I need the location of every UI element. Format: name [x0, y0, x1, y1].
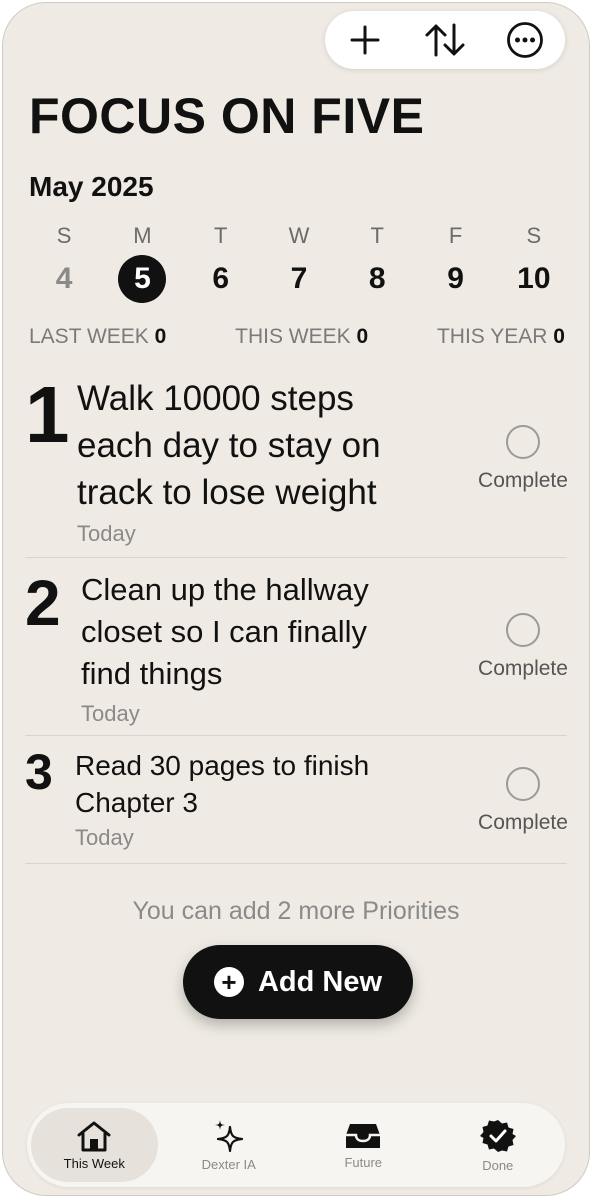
app-screen: FOCUS ON FIVE May 2025 S4 M5 T6 W7 T8 F9…	[2, 2, 590, 1196]
complete-circle-icon	[506, 767, 540, 801]
day-of-week-label: S	[56, 223, 72, 248]
stat-label: LAST WEEK	[29, 325, 149, 348]
day-wed[interactable]: W7	[260, 223, 338, 303]
priority-text: Clean up the hallway closet so I can fin…	[81, 572, 369, 691]
complete-label: Complete	[478, 657, 568, 680]
complete-label: Complete	[478, 811, 568, 834]
add-new-label: Add New	[257, 965, 383, 998]
day-sun[interactable]: S4	[25, 223, 103, 303]
priority-text: Read 30 pages to finish Chapter 3	[75, 750, 370, 818]
complete-circle-icon	[506, 613, 540, 647]
priority-number: 3	[25, 744, 53, 800]
day-of-week-label: T	[213, 223, 228, 248]
checkmark-seal-icon	[479, 1119, 516, 1152]
stat-value: 0	[356, 325, 369, 348]
day-of-week-label: W	[288, 223, 310, 248]
tab-label: Future	[344, 1154, 383, 1170]
month-label: May 2025	[29, 171, 154, 202]
tab-dexter-ia[interactable]: Dexter IA	[166, 1108, 293, 1182]
day-of-week-label: S	[526, 223, 542, 248]
plus-icon	[350, 25, 380, 55]
day-of-week-label: T	[370, 223, 384, 248]
day-number-selected: 5	[118, 255, 167, 303]
complete-circle-icon	[506, 425, 540, 459]
complete-toggle[interactable]: Complete	[473, 613, 573, 681]
complete-toggle[interactable]: Complete	[473, 767, 573, 835]
tab-this-week[interactable]: This Week	[31, 1108, 158, 1182]
sort-button[interactable]	[420, 15, 470, 65]
stat-value: 0	[154, 325, 167, 348]
day-of-week-label: F	[448, 223, 463, 248]
sparkles-icon	[214, 1119, 243, 1152]
complete-toggle[interactable]: Complete	[473, 425, 573, 493]
stat-this-year: THIS YEAR 0	[437, 325, 565, 349]
stat-label: THIS WEEK	[235, 325, 351, 348]
priority-date: Today	[77, 521, 136, 546]
priority-date: Today	[75, 825, 134, 850]
day-number: 8	[368, 262, 386, 295]
day-of-week-label: M	[133, 223, 152, 248]
day-tue[interactable]: T6	[182, 223, 260, 303]
tab-bar: This Week Dexter IA Future Done	[27, 1103, 565, 1187]
day-number: 10	[517, 262, 551, 295]
tab-done[interactable]: Done	[435, 1108, 562, 1182]
add-button[interactable]	[340, 15, 390, 65]
tray-icon	[346, 1123, 381, 1148]
stat-label: THIS YEAR	[436, 325, 548, 348]
plus-circle-icon: +	[213, 967, 244, 997]
remaining-priorities-hint: You can add 2 more Priorities	[132, 897, 460, 925]
page-title: FOCUS ON FIVE	[29, 88, 425, 144]
day-thu[interactable]: T8	[338, 223, 416, 303]
priority-item-3[interactable]: 3 Read 30 pages to finish Chapter 3 Toda…	[25, 737, 568, 864]
day-number: 4	[55, 262, 73, 295]
stat-this-week: THIS WEEK 0	[235, 325, 368, 349]
sort-arrows-icon	[425, 23, 465, 57]
tab-label: Done	[482, 1157, 514, 1173]
add-new-button[interactable]: + Add New	[183, 945, 413, 1019]
day-number: 7	[290, 262, 308, 295]
week-strip: S4 M5 T6 W7 T8 F9 S 10	[25, 223, 573, 303]
priority-number: 1	[25, 370, 70, 459]
day-number: 9	[447, 262, 464, 295]
complete-label: Complete	[478, 469, 568, 492]
priority-item-1[interactable]: 1 Walk 10000 steps each day to stay on t…	[25, 370, 568, 558]
priority-number: 2	[25, 567, 61, 639]
ellipsis-circle-icon	[507, 22, 543, 58]
tab-future[interactable]: Future	[300, 1108, 427, 1182]
more-button[interactable]	[500, 15, 550, 65]
day-sat[interactable]: S 10	[495, 223, 573, 303]
tab-label: This Week	[63, 1155, 125, 1171]
day-number: 6	[212, 262, 230, 295]
priority-text: Walk 10000 steps each day to stay on tra…	[77, 379, 381, 512]
day-fri[interactable]: F9	[416, 223, 494, 303]
tab-label: Dexter IA	[201, 1156, 256, 1172]
stats-row: LAST WEEK 0 THIS WEEK 0 THIS YEAR 0	[29, 325, 565, 349]
day-mon[interactable]: M5	[103, 223, 181, 303]
priority-item-2[interactable]: 2 Clean up the hallway closet so I can f…	[25, 559, 568, 736]
house-icon	[77, 1121, 111, 1151]
stat-last-week: LAST WEEK 0	[29, 325, 166, 349]
stat-value: 0	[553, 325, 565, 348]
top-toolbar	[325, 11, 565, 69]
priority-date: Today	[81, 701, 140, 726]
